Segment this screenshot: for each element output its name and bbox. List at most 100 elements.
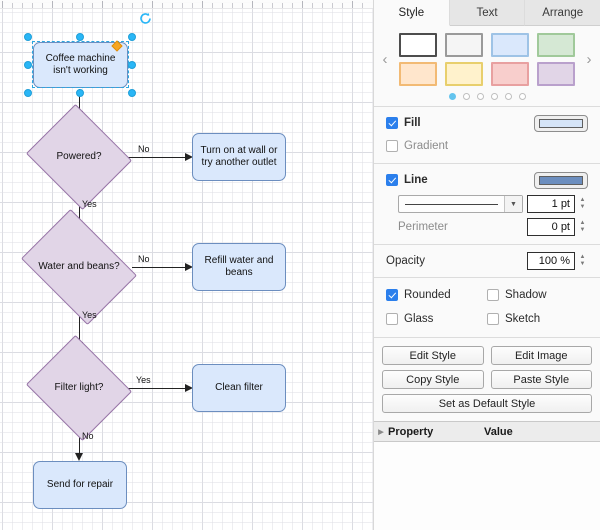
chevron-left-icon[interactable]: ‹	[378, 53, 392, 67]
node-turn-on-at-wall[interactable]: Turn on at wall or try another outlet	[192, 133, 286, 181]
pagination-dot-3[interactable]	[477, 93, 484, 100]
paste-style-button[interactable]: Paste Style	[491, 370, 593, 389]
chevron-down-icon[interactable]: ▼	[504, 196, 522, 212]
style-swatch-grid	[399, 33, 575, 86]
edit-image-button[interactable]: Edit Image	[491, 346, 593, 365]
tab-text[interactable]: Text	[450, 0, 526, 26]
style-swatch-3[interactable]	[537, 33, 575, 57]
pagination-dot-2[interactable]	[463, 93, 470, 100]
pagination-dot-5[interactable]	[505, 93, 512, 100]
line-width-input[interactable]: 1 pt	[527, 195, 575, 213]
pagination-dot-1[interactable]	[449, 93, 456, 100]
shadow-checkbox[interactable]	[487, 289, 499, 301]
node-refill-water-and-beans[interactable]: Refill water and beans	[192, 243, 286, 291]
panel-tabs: Style Text Arrange	[374, 0, 600, 26]
node-label: Powered?	[56, 151, 101, 163]
value-column-header: Value	[484, 426, 513, 438]
fill-color-button[interactable]	[534, 115, 588, 132]
line-style-dropdown[interactable]: ▼	[398, 195, 523, 213]
resize-handle-ne[interactable]	[128, 33, 136, 41]
node-send-for-repair[interactable]: Send for repair	[33, 461, 127, 509]
line-color-button[interactable]	[534, 172, 588, 189]
opacity-input[interactable]: 100 %	[527, 252, 575, 270]
set-as-default-style-button[interactable]: Set as Default Style	[382, 394, 592, 413]
opacity-label: Opacity	[386, 255, 425, 267]
edge-label-powered-yes: Yes	[82, 199, 97, 209]
node-water-and-beans[interactable]: Water and beans?	[32, 232, 126, 302]
resize-handle-se[interactable]	[128, 89, 136, 97]
fill-checkbox[interactable]	[386, 117, 398, 129]
tab-label: Style	[399, 7, 425, 19]
node-label: Water and beans?	[38, 261, 119, 273]
line-label: Line	[404, 174, 428, 186]
perimeter-input[interactable]: 0 pt	[527, 218, 575, 236]
resize-handle-s[interactable]	[76, 89, 84, 97]
horizontal-ruler	[0, 0, 374, 9]
resize-handle-w[interactable]	[24, 61, 32, 69]
fill-checkbox-row[interactable]: Fill	[386, 114, 421, 132]
resize-handle-sw[interactable]	[24, 89, 32, 97]
node-powered[interactable]: Powered?	[39, 122, 119, 192]
tab-arrange[interactable]: Arrange	[525, 0, 600, 26]
style-actions-section: Edit Style Edit Image Copy Style Paste S…	[374, 338, 600, 422]
fill-color-swatch	[539, 119, 583, 128]
line-checkbox[interactable]	[386, 174, 398, 186]
edge-label-powered-no: No	[138, 144, 150, 154]
opacity-section: Opacity 100 % ▲▼	[374, 245, 600, 278]
node-label: Filter light?	[55, 382, 104, 394]
glass-checkbox-row[interactable]: Glass	[386, 310, 487, 328]
edge-label-filter-no: No	[82, 431, 94, 441]
style-swatch-1[interactable]	[445, 33, 483, 57]
resize-handle-nw[interactable]	[24, 33, 32, 41]
sketch-label: Sketch	[505, 313, 540, 325]
rounded-checkbox-row[interactable]: Rounded	[386, 286, 487, 304]
shadow-label: Shadow	[505, 289, 547, 301]
glass-checkbox[interactable]	[386, 313, 398, 325]
copy-style-button[interactable]: Copy Style	[382, 370, 484, 389]
resize-handle-e[interactable]	[128, 61, 136, 69]
swatch-pagination	[378, 93, 596, 100]
rounded-checkbox[interactable]	[386, 289, 398, 301]
app-root: No Yes No Yes Yes No	[0, 0, 600, 530]
tab-label: Text	[476, 7, 497, 19]
pagination-dot-6[interactable]	[519, 93, 526, 100]
node-label: Clean filter	[215, 382, 263, 394]
node-filter-light[interactable]: Filter light?	[39, 353, 119, 423]
tab-style[interactable]: Style	[374, 0, 450, 26]
style-swatch-2[interactable]	[491, 33, 529, 57]
gradient-label: Gradient	[404, 140, 448, 152]
resize-handle-n[interactable]	[76, 33, 84, 41]
style-swatch-0[interactable]	[399, 33, 437, 57]
gradient-checkbox[interactable]	[386, 140, 398, 152]
disclosure-triangle-icon[interactable]: ▶	[374, 428, 388, 436]
diagram-canvas[interactable]: No Yes No Yes Yes No	[0, 0, 374, 530]
chevron-right-icon[interactable]: ›	[582, 53, 596, 67]
property-table-body[interactable]	[374, 442, 600, 530]
line-style-preview	[399, 196, 504, 212]
property-column-header: Property	[388, 426, 484, 438]
line-width-stepper[interactable]: ▲▼	[577, 195, 588, 213]
glass-label: Glass	[404, 313, 433, 325]
edit-style-button[interactable]: Edit Style	[382, 346, 484, 365]
sketch-checkbox[interactable]	[487, 313, 499, 325]
shape-toggles-section: Rounded Shadow Glass Sketch	[374, 278, 600, 338]
rotate-icon[interactable]	[139, 12, 152, 25]
gradient-checkbox-row[interactable]: Gradient	[386, 137, 588, 155]
sketch-checkbox-row[interactable]: Sketch	[487, 310, 588, 328]
rounded-label: Rounded	[404, 289, 451, 301]
pagination-dot-4[interactable]	[491, 93, 498, 100]
perimeter-stepper[interactable]: ▲▼	[577, 218, 588, 236]
line-checkbox-row[interactable]: Line	[386, 171, 428, 189]
shadow-checkbox-row[interactable]: Shadow	[487, 286, 588, 304]
line-color-swatch	[539, 176, 583, 185]
node-label: Send for repair	[47, 479, 113, 491]
fill-label: Fill	[404, 117, 421, 129]
opacity-stepper[interactable]: ▲▼	[577, 252, 588, 270]
style-swatch-6[interactable]	[491, 62, 529, 86]
edge-label-water-no: No	[138, 254, 150, 264]
node-clean-filter[interactable]: Clean filter	[192, 364, 286, 412]
fill-section: Fill Gradient	[374, 107, 600, 164]
style-swatch-5[interactable]	[445, 62, 483, 86]
style-swatch-4[interactable]	[399, 62, 437, 86]
style-swatch-7[interactable]	[537, 62, 575, 86]
